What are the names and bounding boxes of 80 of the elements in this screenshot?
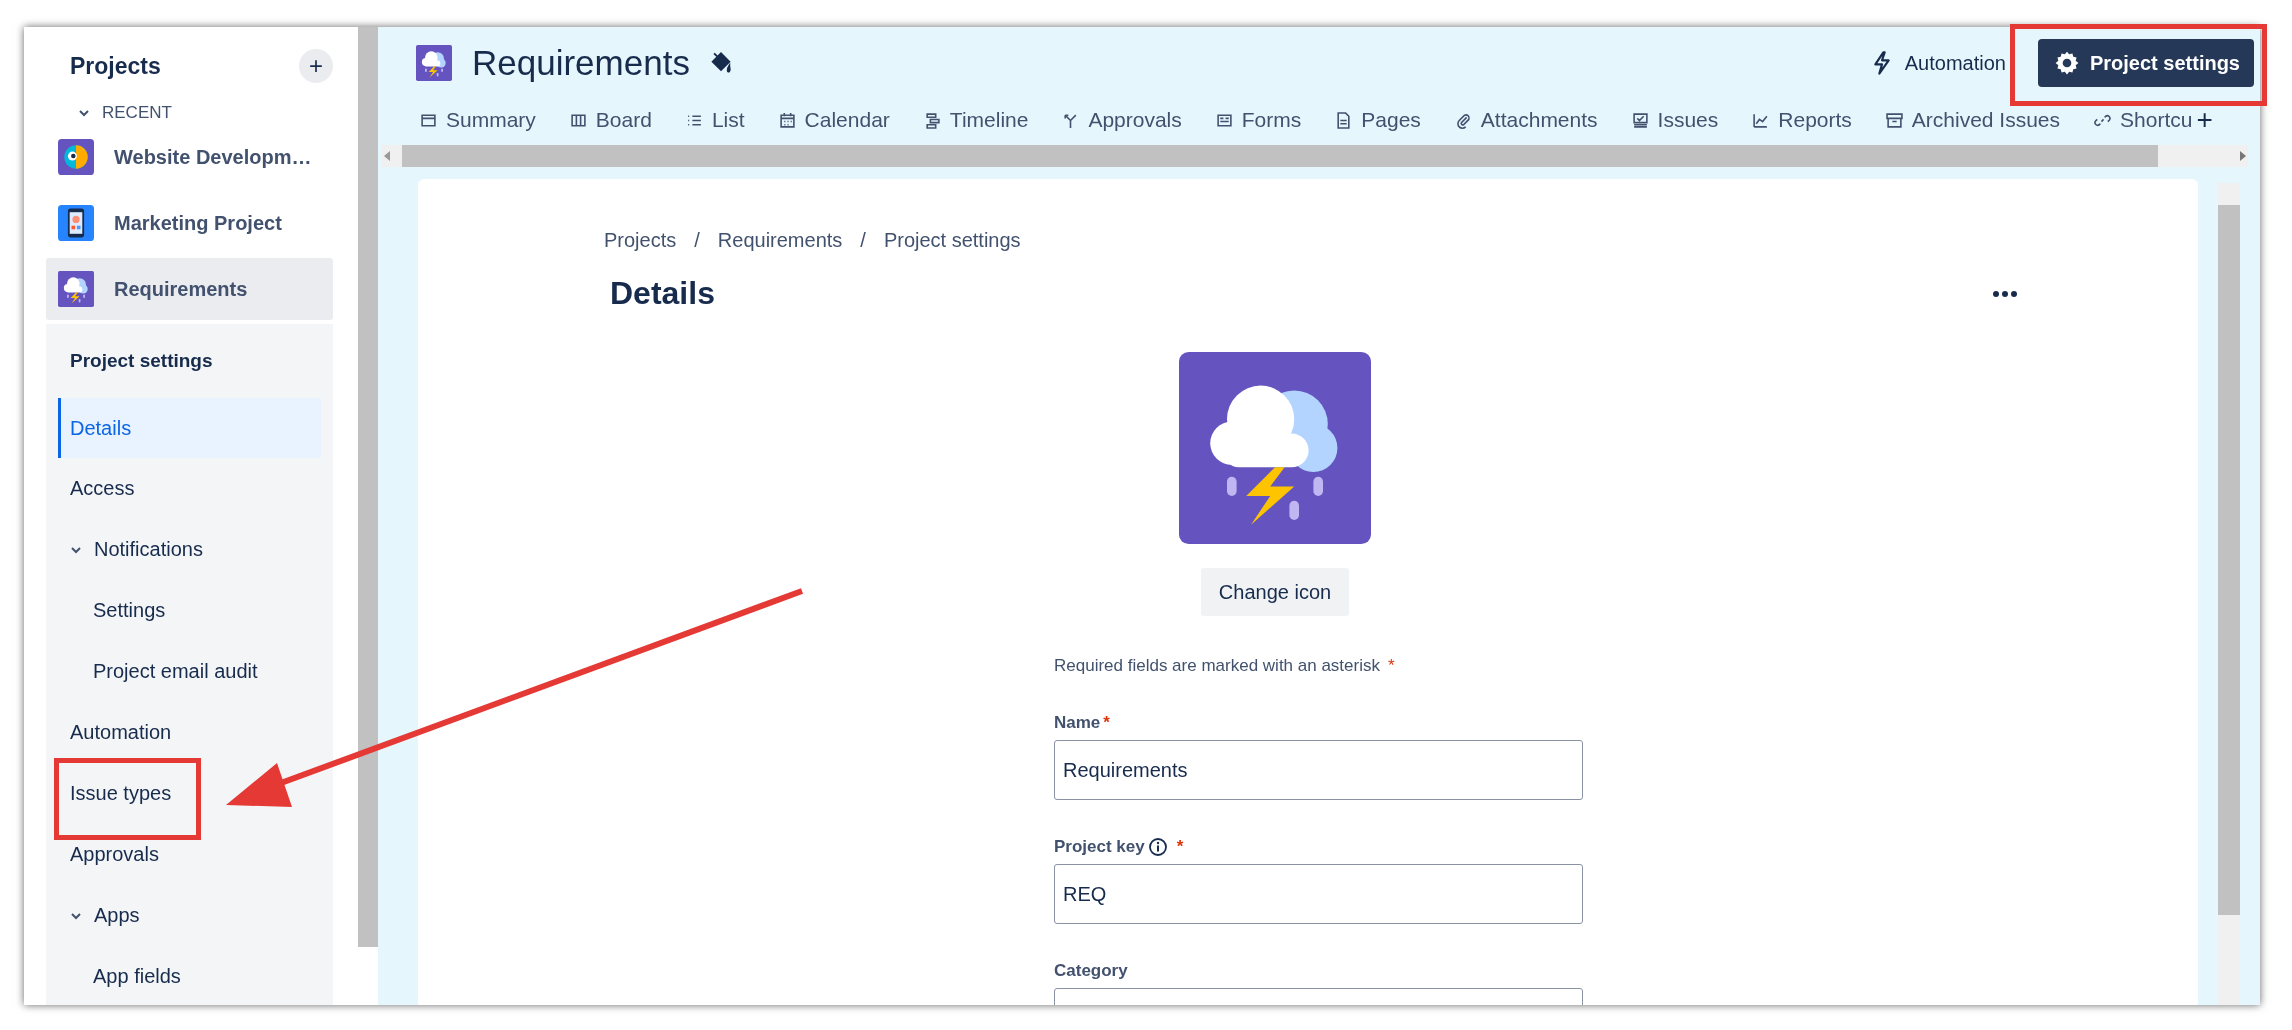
- project-name: Website Developm…: [114, 145, 312, 169]
- storm-cloud-icon: [416, 45, 452, 81]
- project-item[interactable]: Website Developm…: [46, 126, 333, 188]
- storm-cloud-icon: [58, 271, 94, 307]
- add-project-button[interactable]: +: [299, 49, 333, 83]
- scrollbar[interactable]: [2218, 183, 2240, 1005]
- breadcrumb-link[interactable]: Project settings: [883, 229, 1021, 252]
- project-item[interactable]: Requirements: [46, 258, 333, 320]
- breadcrumb-separator: /: [860, 229, 866, 252]
- breadcrumb-separator: /: [694, 229, 700, 252]
- columns-icon: [569, 111, 587, 129]
- nav-tab[interactable]: Timeline: [923, 108, 1029, 132]
- asterisk: *: [1103, 713, 1110, 733]
- paperclip-icon: [1454, 111, 1472, 129]
- scroll-left-icon[interactable]: [382, 150, 392, 162]
- asterisk: *: [1388, 656, 1395, 676]
- calendar-icon: [778, 111, 796, 129]
- nav-tab[interactable]: Issues: [1631, 108, 1719, 132]
- nav-tab[interactable]: Pages: [1335, 108, 1421, 132]
- sidebar-title: Projects: [70, 52, 161, 80]
- nav-item[interactable]: Notifications: [58, 519, 203, 580]
- required-note: Required fields are marked with an asterisk: [1054, 656, 1380, 676]
- nav-item[interactable]: Details: [58, 398, 321, 458]
- field-label: Name: [1054, 713, 1101, 733]
- menu-heading: Project settings: [69, 349, 214, 373]
- project-title: Requirements: [472, 43, 690, 83]
- automation-button[interactable]: Automation: [1864, 50, 2012, 76]
- project-settings-button[interactable]: Project settings: [2037, 39, 2254, 87]
- text-field[interactable]: Requirements: [1054, 740, 1583, 800]
- nav-label: Notifications: [94, 538, 203, 561]
- more-icon[interactable]: [1992, 289, 2018, 298]
- nav-tab[interactable]: Approvals: [1062, 108, 1182, 132]
- project-name: Requirements: [114, 277, 248, 301]
- nav-tab[interactable]: List: [685, 108, 745, 132]
- settings-icon: [2053, 50, 2080, 76]
- scroll-right-icon[interactable]: [2238, 150, 2248, 162]
- scrollbar[interactable]: [358, 27, 378, 947]
- nav-tab[interactable]: Attachments: [1454, 108, 1598, 132]
- nav-item[interactable]: Access: [58, 458, 135, 519]
- paint-bucket-icon[interactable]: [709, 52, 732, 74]
- nav-tab[interactable]: Forms: [1215, 108, 1302, 132]
- bird-icon: [58, 139, 94, 175]
- nav-tab[interactable]: Archived Issues: [1885, 108, 2061, 132]
- project-item[interactable]: Marketing Project: [46, 192, 333, 254]
- tray-icon: [1631, 111, 1649, 129]
- horizontal-scrollbar[interactable]: [382, 145, 2248, 167]
- nav-tab[interactable]: Calendar: [778, 108, 890, 132]
- phone-icon: [58, 205, 94, 241]
- nav-item[interactable]: Automation: [58, 702, 172, 763]
- add-tab-button[interactable]: +: [2196, 104, 2213, 136]
- nav-item[interactable]: Apps: [58, 885, 140, 946]
- nav-label: Apps: [94, 904, 140, 927]
- info-icon[interactable]: [1147, 837, 1168, 857]
- window-icon: [420, 111, 437, 129]
- nav-item[interactable]: App fields: [58, 946, 181, 1005]
- nav-item[interactable]: Project email audit: [58, 641, 258, 702]
- timeline-icon: [923, 111, 941, 129]
- nav-item[interactable]: Settings: [58, 580, 166, 641]
- chart-icon: [1752, 111, 1770, 129]
- archive-icon: [1885, 111, 1903, 129]
- field-label: Project key: [1054, 837, 1145, 857]
- change-icon-button[interactable]: Change icon: [1200, 568, 1350, 616]
- nav-tab[interactable]: Reports: [1752, 108, 1852, 132]
- project-name: Marketing Project: [114, 211, 282, 235]
- document-icon: [1335, 111, 1353, 129]
- chevron-down-icon: [78, 107, 90, 119]
- nav-item[interactable]: Issue types: [58, 763, 172, 824]
- asterisk: *: [1176, 837, 1184, 857]
- breadcrumb-link[interactable]: Requirements: [717, 229, 843, 252]
- nav-item[interactable]: Approvals: [58, 824, 159, 885]
- section-label: RECENT: [102, 103, 172, 123]
- form-icon: [1215, 111, 1233, 129]
- field-label: Category: [1054, 961, 1128, 981]
- text-field[interactable]: REQ: [1054, 864, 1583, 924]
- nav-tab[interactable]: Board: [569, 108, 652, 132]
- nav-tab[interactable]: Shortcu: [2094, 108, 2193, 132]
- breadcrumb-link[interactable]: Projects: [604, 229, 677, 252]
- nav-tab[interactable]: Summary: [420, 108, 536, 132]
- storm-cloud-icon: [1179, 352, 1371, 544]
- page-heading: Details: [610, 275, 715, 312]
